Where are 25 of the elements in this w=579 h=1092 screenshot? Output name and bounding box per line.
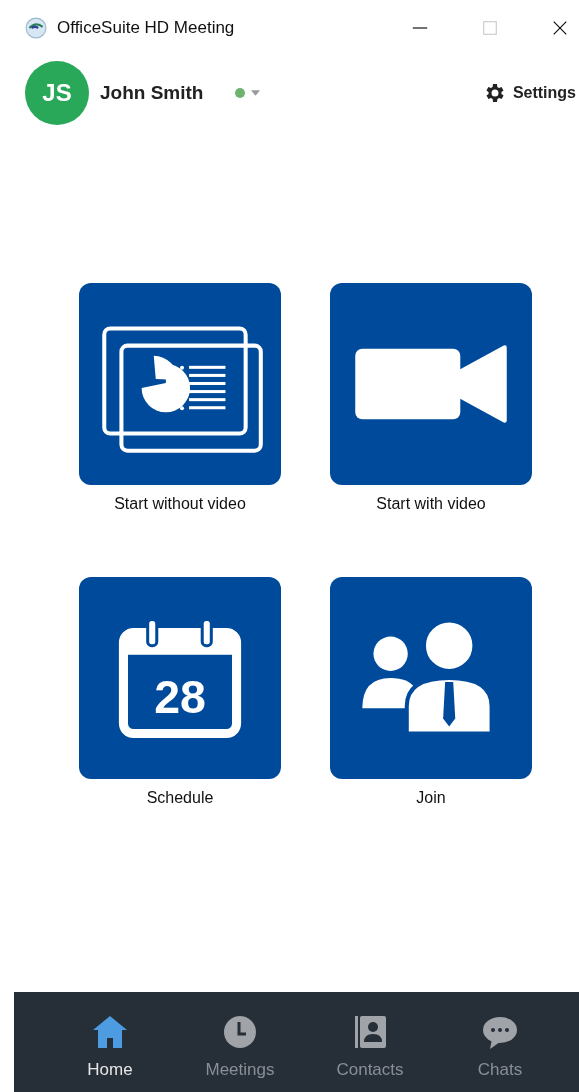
nav-tab[interactable]: Chats — [435, 992, 565, 1092]
user-avatar[interactable]: JS — [25, 60, 89, 125]
nav-tab[interactable]: Meetings — [175, 992, 305, 1092]
nav-tab[interactable]: Contacts — [305, 992, 435, 1092]
clock-icon — [224, 1016, 256, 1048]
join-tile-button[interactable] — [330, 577, 532, 779]
status-dot[interactable] — [235, 87, 246, 98]
calendar-tile-button[interactable]: 28 — [79, 577, 281, 779]
tile-label: Start with video — [376, 495, 486, 513]
video-tile-button[interactable] — [330, 283, 532, 485]
nav-tab[interactable]: Home — [45, 992, 175, 1092]
caret-icon[interactable] — [251, 89, 261, 96]
share-tile-button[interactable] — [79, 283, 281, 485]
settings-button[interactable]: Settings — [482, 80, 579, 105]
tile-label: Schedule — [146, 789, 214, 807]
contact-book-icon — [355, 1016, 386, 1048]
app-logo-icon — [25, 16, 47, 39]
video-camera-icon — [355, 345, 507, 423]
window-title: OfficeSuite HD Meeting — [57, 17, 235, 38]
home-icon — [93, 1016, 127, 1048]
calendar-day-number: 28 — [154, 671, 206, 724]
user-name: John Smith — [100, 81, 204, 104]
tile-label: Join — [416, 789, 446, 807]
chat-bubble-icon — [483, 1017, 517, 1049]
tile-label: Start without video — [114, 495, 246, 513]
